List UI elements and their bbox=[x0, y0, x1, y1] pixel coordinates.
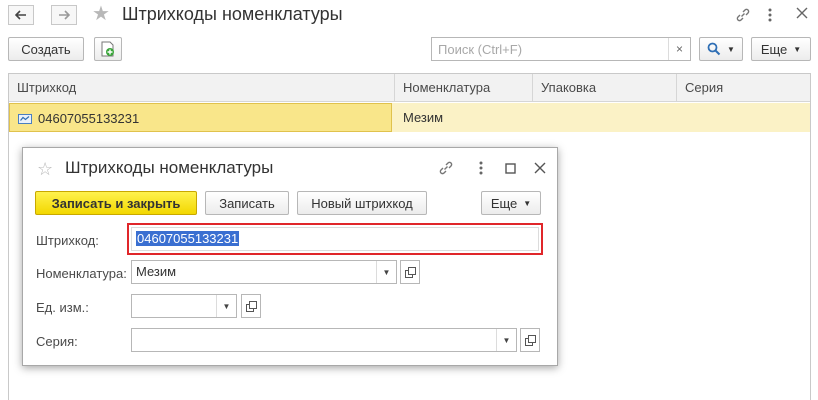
dialog-more-label: Еще bbox=[490, 195, 518, 211]
series-open-button[interactable] bbox=[520, 328, 540, 352]
add-from-template-button[interactable] bbox=[94, 37, 122, 61]
create-button[interactable]: Создать bbox=[8, 37, 84, 61]
series-label: Серия: bbox=[36, 334, 78, 349]
chevron-down-icon: ▼ bbox=[222, 301, 231, 311]
column-header-barcode[interactable]: Штрихкод bbox=[9, 74, 395, 102]
nomenclature-label: Номенклатура: bbox=[36, 266, 127, 281]
page-title: Штрихкоды номенклатуры bbox=[122, 4, 343, 24]
open-form-icon bbox=[524, 334, 536, 346]
save-button[interactable]: Записать bbox=[205, 191, 289, 215]
column-header-series[interactable]: Серия bbox=[677, 74, 810, 102]
more-button[interactable]: Еще ▼ bbox=[751, 37, 811, 61]
search-box: × bbox=[431, 37, 691, 61]
more-vert-icon[interactable] bbox=[767, 7, 773, 25]
unit-open-button[interactable] bbox=[241, 294, 261, 318]
column-header-package[interactable]: Упаковка bbox=[533, 74, 677, 102]
more-button-label: Еще bbox=[760, 41, 788, 57]
forward-button[interactable] bbox=[51, 5, 77, 25]
unit-field[interactable]: ▼ bbox=[131, 294, 237, 318]
new-barcode-button[interactable]: Новый штрихкод bbox=[297, 191, 427, 215]
clear-icon: × bbox=[675, 42, 683, 56]
nomenclature-field-value: Мезим bbox=[136, 264, 177, 279]
column-header-nomenclature[interactable]: Номенклатура bbox=[395, 74, 533, 102]
barcode-value: 04607055133231 bbox=[38, 111, 140, 126]
barcode-row-icon bbox=[18, 114, 32, 124]
table-cell-nomenclature[interactable]: Мезим bbox=[395, 103, 533, 132]
save-and-close-button[interactable]: Записать и закрыть bbox=[35, 191, 197, 215]
nomenclature-field[interactable]: Мезим ▼ bbox=[131, 260, 397, 284]
close-icon[interactable] bbox=[534, 162, 546, 176]
link-icon[interactable] bbox=[438, 160, 454, 178]
arrow-left-icon bbox=[15, 10, 26, 20]
favorite-star-icon[interactable]: ☆ bbox=[37, 159, 53, 179]
series-field[interactable]: ▼ bbox=[131, 328, 517, 352]
more-vert-icon[interactable] bbox=[478, 160, 484, 178]
chevron-down-icon: ▼ bbox=[523, 198, 532, 208]
search-input[interactable] bbox=[432, 38, 668, 60]
series-dropdown-button[interactable]: ▼ bbox=[496, 329, 516, 351]
nomenclature-dropdown-button[interactable]: ▼ bbox=[376, 261, 396, 283]
close-icon[interactable] bbox=[796, 7, 808, 21]
save-and-close-label: Записать и закрыть bbox=[51, 195, 181, 211]
unit-label: Ед. изм.: bbox=[36, 300, 89, 315]
table-cell-series[interactable] bbox=[677, 103, 810, 132]
maximize-icon[interactable] bbox=[505, 162, 516, 176]
table-header: Штрихкод Номенклатура Упаковка Серия bbox=[9, 74, 810, 102]
document-add-icon bbox=[101, 41, 114, 57]
table-cell-barcode[interactable]: 04607055133231 bbox=[9, 103, 392, 132]
barcode-edit-dialog: ☆ Штрихкоды номенклатуры Записать и закр… bbox=[22, 147, 558, 366]
dialog-more-button[interactable]: Еще ▼ bbox=[481, 191, 541, 215]
table-row[interactable]: 04607055133231 Мезим bbox=[9, 103, 810, 132]
favorite-star-icon[interactable]: ★ bbox=[92, 4, 110, 24]
dialog-title: Штрихкоды номенклатуры bbox=[65, 158, 274, 177]
table-cell-package[interactable] bbox=[533, 103, 677, 132]
barcode-field[interactable]: 04607055133231 bbox=[131, 227, 539, 251]
chevron-down-icon: ▼ bbox=[793, 44, 802, 54]
search-options-button[interactable]: ▼ bbox=[699, 37, 743, 61]
clear-search-button[interactable]: × bbox=[668, 38, 690, 60]
barcode-field-value: 04607055133231 bbox=[136, 231, 240, 246]
chevron-down-icon: ▼ bbox=[502, 335, 511, 345]
unit-dropdown-button[interactable]: ▼ bbox=[216, 295, 236, 317]
open-form-icon bbox=[245, 300, 257, 312]
save-button-label: Записать bbox=[219, 195, 275, 211]
search-icon bbox=[707, 42, 721, 56]
barcode-label: Штрихкод: bbox=[36, 233, 99, 248]
chevron-down-icon: ▼ bbox=[382, 267, 391, 277]
back-button[interactable] bbox=[8, 5, 34, 25]
link-icon[interactable] bbox=[735, 7, 751, 25]
chevron-down-icon: ▼ bbox=[727, 44, 735, 54]
new-barcode-label: Новый штрихкод bbox=[311, 195, 413, 211]
open-form-icon bbox=[404, 266, 416, 278]
arrow-right-icon bbox=[59, 10, 70, 20]
nomenclature-open-button[interactable] bbox=[400, 260, 420, 284]
create-button-label: Создать bbox=[21, 41, 71, 57]
